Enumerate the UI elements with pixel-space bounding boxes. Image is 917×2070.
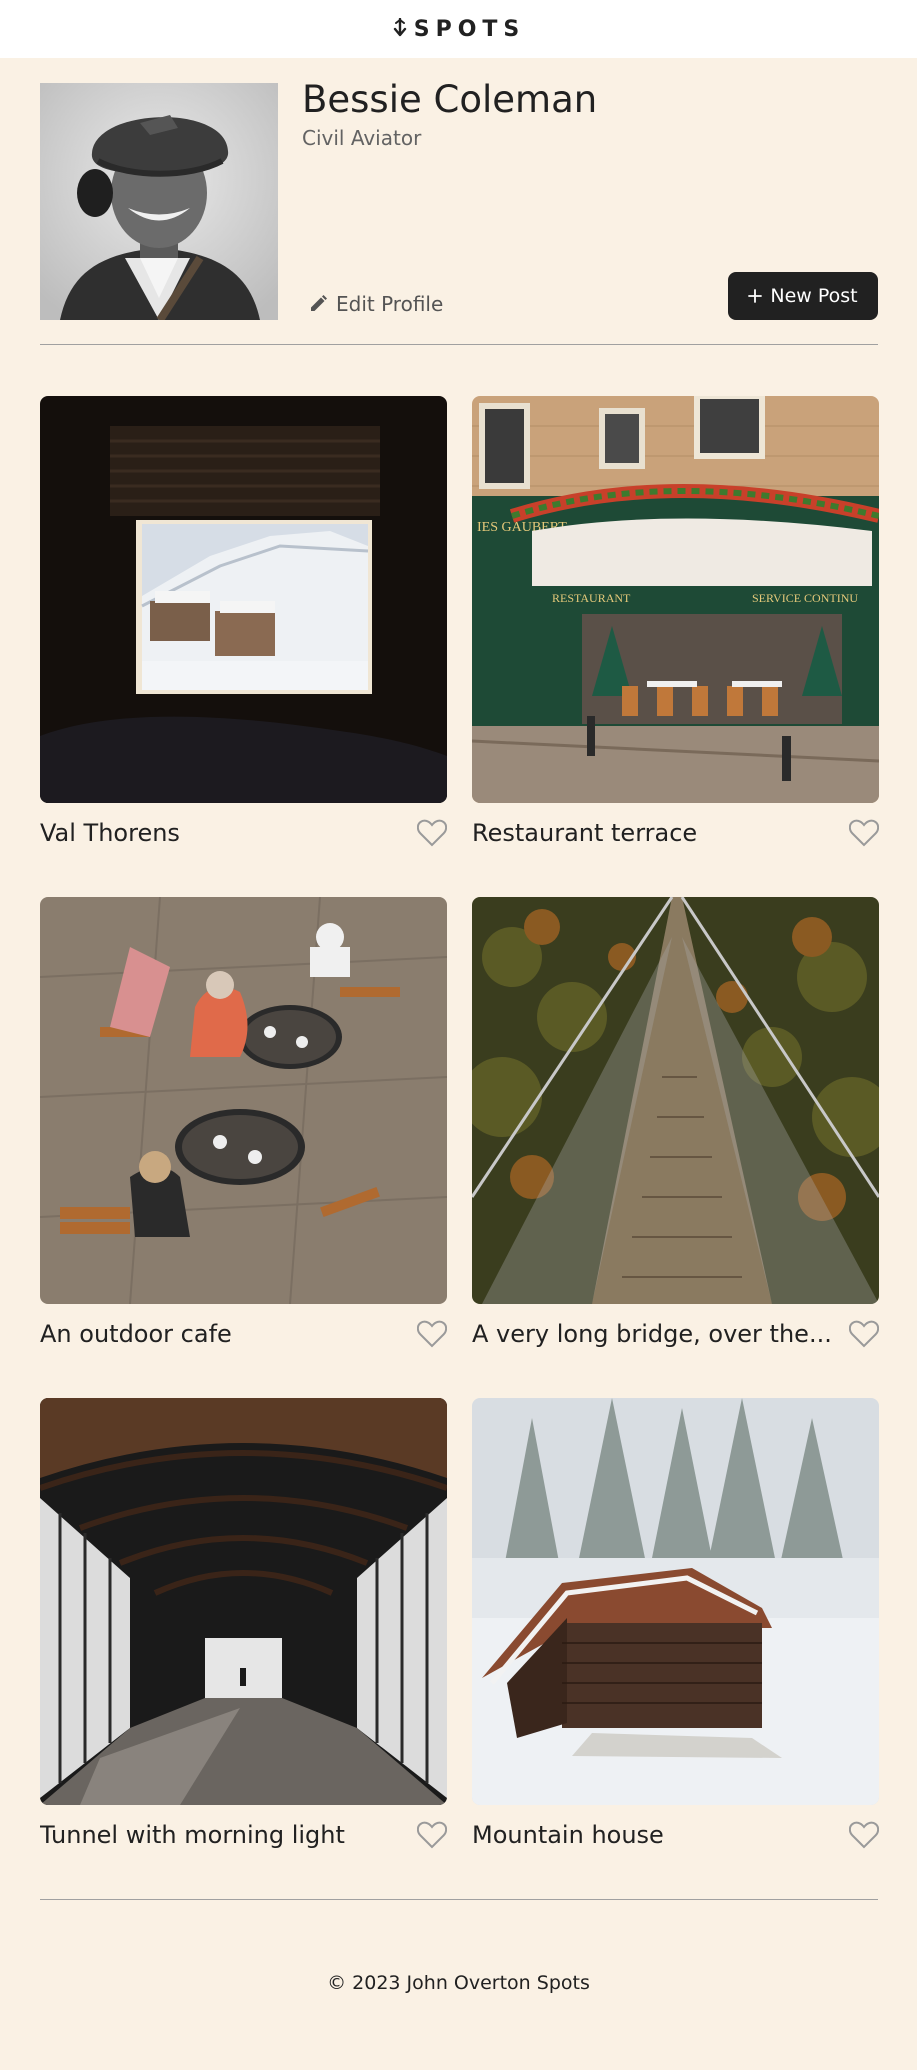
heart-icon[interactable] bbox=[417, 1320, 447, 1348]
new-post-label: New Post bbox=[770, 285, 858, 307]
svg-text:SERVICE CONTINU: SERVICE CONTINU bbox=[752, 591, 858, 605]
card: A very long bridge, over the... bbox=[472, 897, 879, 1356]
footer-copyright: © 2023 John Overton Spots bbox=[327, 1972, 590, 1994]
card-title: Val Thorens bbox=[40, 819, 180, 847]
card: Mountain house bbox=[472, 1398, 879, 1857]
card-image[interactable] bbox=[472, 897, 879, 1304]
logo-arrow-icon bbox=[393, 18, 406, 37]
profile-name: Bessie Coleman bbox=[302, 78, 598, 121]
card-image[interactable] bbox=[40, 396, 447, 803]
plus-icon bbox=[748, 289, 763, 303]
pencil-icon bbox=[311, 295, 327, 311]
card: IES GAUBERT RESTAURANT SERVICE CONTINU R… bbox=[472, 396, 879, 855]
heart-icon[interactable] bbox=[849, 819, 879, 847]
heart-icon[interactable] bbox=[849, 1320, 879, 1348]
card-image[interactable] bbox=[40, 1398, 447, 1805]
logo[interactable]: SPOTS bbox=[392, 17, 526, 42]
svg-text:RESTAURANT: RESTAURANT bbox=[552, 591, 631, 605]
heart-icon[interactable] bbox=[417, 819, 447, 847]
site-header: SPOTS bbox=[0, 0, 917, 58]
card-image[interactable] bbox=[472, 1398, 879, 1805]
logo-text: SPOTS bbox=[413, 16, 526, 42]
card-title: Restaurant terrace bbox=[472, 819, 698, 847]
heart-icon[interactable] bbox=[849, 1821, 879, 1849]
edit-profile-button[interactable]: Edit Profile bbox=[308, 292, 443, 316]
profile-role: Civil Aviator bbox=[302, 126, 422, 150]
footer-divider bbox=[40, 1899, 878, 1900]
card: Tunnel with morning light bbox=[40, 1398, 447, 1857]
card-title: Mountain house bbox=[472, 1821, 664, 1849]
card-image[interactable]: IES GAUBERT RESTAURANT SERVICE CONTINU bbox=[472, 396, 879, 803]
new-post-button[interactable]: New Post bbox=[728, 272, 878, 320]
card-image[interactable] bbox=[40, 897, 447, 1304]
heart-icon[interactable] bbox=[417, 1821, 447, 1849]
avatar bbox=[40, 83, 278, 320]
card-title: An outdoor cafe bbox=[40, 1320, 232, 1348]
card: An outdoor cafe bbox=[40, 897, 447, 1356]
card-title: A very long bridge, over the... bbox=[472, 1320, 832, 1348]
card-title: Tunnel with morning light bbox=[40, 1821, 345, 1849]
profile-divider bbox=[40, 344, 878, 345]
card: Val Thorens bbox=[40, 396, 447, 855]
edit-profile-label: Edit Profile bbox=[336, 292, 444, 316]
